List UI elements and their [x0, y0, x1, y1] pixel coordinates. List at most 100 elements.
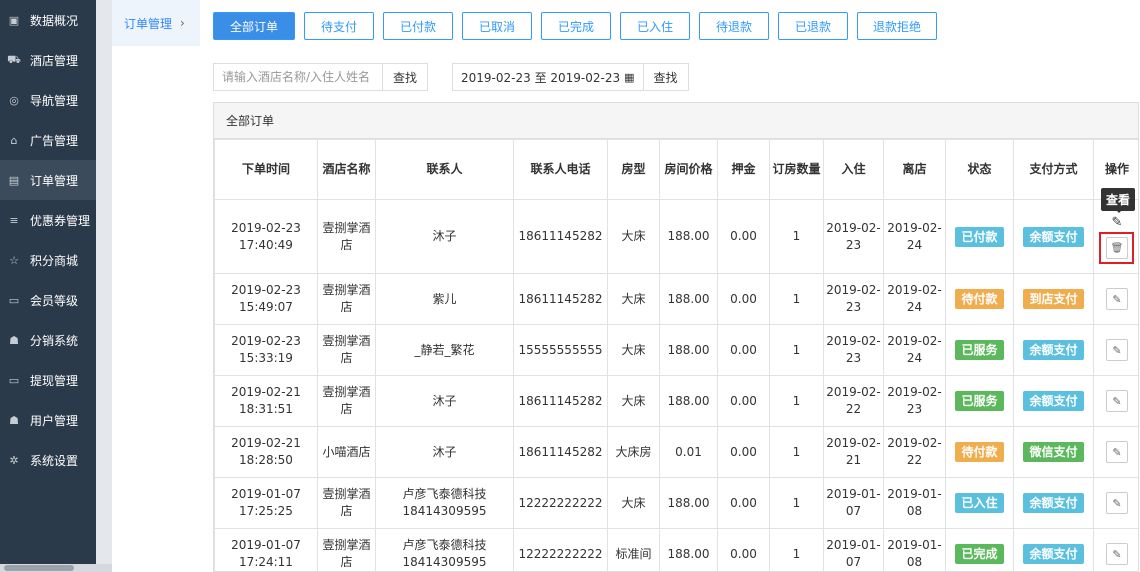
filter-tab-1[interactable]: 待支付	[304, 12, 374, 40]
cell-checkin: 2019-02-23	[823, 199, 884, 274]
sidebar-item-label: 数据概况	[30, 13, 79, 28]
table-row: 2019-02-23 15:33:19 壹捌掌酒店 _静若_繁花 1555555555…	[214, 324, 1138, 376]
cell-status: 待付款	[945, 273, 1014, 325]
filter-tab-5[interactable]: 已入住	[620, 12, 690, 40]
calendar-icon: ▦	[624, 70, 635, 84]
cell-price: 188.00	[659, 273, 718, 325]
edit-icon[interactable]: ✎	[1112, 214, 1123, 231]
cell-pay: 余额支付	[1013, 199, 1094, 274]
search-button[interactable]: 查找	[382, 63, 429, 91]
sidebar-item-3[interactable]: ⌂ 广告管理	[0, 120, 96, 160]
sidebar-item-4[interactable]: ▤ 订单管理	[0, 160, 96, 200]
cell-room: 大床	[607, 199, 660, 274]
status-badge: 已服务	[955, 391, 1004, 411]
table-row: 2019-02-23 15:49:07 壹捌掌酒店 紫儿 18611145282 大床 1…	[214, 273, 1138, 325]
filter-tab-6[interactable]: 待退款	[699, 12, 769, 40]
filter-tab-8[interactable]: 退款拒绝	[857, 12, 937, 40]
order-filter-tabs: 全部订单 待支付 已付款 已取消 已完成 已入住 待退款 已退款 退款拒绝	[213, 12, 946, 40]
sidebar-scroll-track[interactable]	[96, 0, 112, 572]
cell-phone: 18611145282	[513, 375, 608, 427]
sidebar-item-6[interactable]: ☆ 积分商城	[0, 240, 96, 280]
cell-actions: ✎	[1093, 528, 1138, 571]
edit-button[interactable]: ✎	[1106, 543, 1128, 565]
orders-panel: 全部订单 下单时间 酒店名称 联系人 联系人电话 房型 房间价格 押金 订房数量 入住 离店 状态支…	[213, 102, 1139, 572]
cell-time: 2019-02-21 18:31:51	[214, 375, 318, 427]
date-range-picker[interactable]: 2019-02-23 至 2019-02-23 ▦	[452, 63, 644, 91]
filter-tab-4[interactable]: 已完成	[541, 12, 611, 40]
status-badge: 已完成	[955, 544, 1004, 564]
scrollbar-thumb[interactable]	[4, 565, 74, 571]
sidebar-item-0[interactable]: ▣ 数据概况	[0, 0, 96, 40]
cell-room: 大床	[607, 477, 660, 529]
edit-button[interactable]: ✎	[1106, 339, 1128, 361]
pencil-icon: ✎	[1112, 394, 1122, 408]
sidebar-item-5[interactable]: ≡ 优惠券管理	[0, 200, 96, 240]
cell-time: 2019-02-23 17:40:49	[214, 199, 318, 274]
horizontal-scrollbar[interactable]	[0, 564, 112, 572]
pencil-icon: ✎	[1112, 547, 1122, 561]
column-header: 房型	[607, 139, 660, 200]
edit-button[interactable]: ✎	[1106, 288, 1128, 310]
cell-deposit: 0.00	[717, 324, 770, 376]
cell-status: 已付款	[945, 199, 1014, 274]
sidebar-item-11[interactable]: ✲ 系统设置	[0, 440, 96, 480]
orders-table: 下单时间 酒店名称 联系人 联系人电话 房型 房间价格 押金 订房数量 入住 离店 状态 支付方式 操作…	[214, 139, 1138, 571]
cell-pay: 余额支付	[1013, 324, 1094, 376]
search-input[interactable]	[213, 63, 383, 91]
sidebar-item-label: 优惠券管理	[30, 213, 91, 228]
submenu-item-label: 订单管理	[124, 16, 173, 31]
filter-tab-0[interactable]: 全部订单	[213, 12, 295, 40]
sidebar-item-2[interactable]: ◎ 导航管理	[0, 80, 96, 120]
date-search-button[interactable]: 查找	[642, 63, 689, 91]
cell-price: 0.01	[659, 426, 718, 478]
pencil-icon: ✎	[1112, 445, 1122, 459]
sidebar-item-label: 分销系统	[30, 333, 79, 348]
cell-status: 已服务	[945, 324, 1014, 376]
cell-pay: 到店支付	[1013, 273, 1094, 325]
sidebar-item-9[interactable]: ▭ 提现管理	[0, 360, 96, 400]
tooltip-arrow	[1114, 208, 1124, 213]
status-badge: 待付款	[955, 442, 1004, 462]
sidebar-item-label: 积分商城	[30, 253, 79, 268]
cell-qty: 1	[769, 324, 824, 376]
cell-phone: 12222222222	[513, 528, 608, 571]
cell-contact: 卢彦飞泰德科技 18414309595	[375, 477, 514, 529]
cell-price: 188.00	[659, 528, 718, 571]
cell-checkout: 2019-02-24	[883, 324, 946, 376]
payment-badge: 余额支付	[1023, 544, 1084, 564]
cell-contact: 沐子	[375, 199, 514, 274]
star-icon: ☆	[9, 253, 19, 267]
edit-button[interactable]: ✎	[1106, 441, 1128, 463]
sidebar-item-10[interactable]: ☗ 用户管理	[0, 400, 96, 440]
column-header: 联系人	[375, 139, 514, 200]
edit-button[interactable]: ✎	[1106, 492, 1128, 514]
payment-badge: 余额支付	[1023, 226, 1084, 247]
table-row: 2019-02-23 17:40:49 壹捌掌酒店 沐子 18611145282 大床 1…	[214, 199, 1138, 274]
filter-tab-2[interactable]: 已付款	[383, 12, 453, 40]
sidebar-item-1[interactable]: ⛟ 酒店管理	[0, 40, 96, 80]
cell-hotel: 壹捌掌酒店	[317, 273, 376, 325]
cell-contact: _静若_繁花	[375, 324, 514, 376]
sidebar-item-7[interactable]: ▭ 会员等级	[0, 280, 96, 320]
cell-contact: 沐子	[375, 426, 514, 478]
sidebar-item-label: 系统设置	[30, 453, 79, 468]
cell-price: 188.00	[659, 477, 718, 529]
filter-tab-3[interactable]: 已取消	[462, 12, 532, 40]
cell-hotel: 小喵酒店	[317, 426, 376, 478]
edit-button[interactable]: ✎	[1106, 390, 1128, 412]
sidebar-item-label: 酒店管理	[30, 53, 79, 68]
cell-actions: ✎	[1093, 324, 1138, 376]
submenu-item-orders[interactable]: 订单管理 ›	[112, 0, 200, 46]
dashboard-icon: ▣	[8, 13, 20, 27]
cell-actions: ✎	[1093, 477, 1138, 529]
sidebar-item-8[interactable]: ☗ 分销系统	[0, 320, 96, 360]
sidebar-item-label: 提现管理	[30, 373, 79, 388]
cell-deposit: 0.00	[717, 199, 770, 274]
pencil-icon: ✎	[1112, 343, 1122, 357]
cell-qty: 1	[769, 375, 824, 427]
cell-contact: 紫儿	[375, 273, 514, 325]
cell-checkin: 2019-02-23	[823, 324, 884, 376]
filter-tab-7[interactable]: 已退款	[778, 12, 848, 40]
cell-checkout: 2019-02-22	[883, 426, 946, 478]
table-row: 2019-02-21 18:31:51 壹捌掌酒店 沐子 18611145282 大床 1…	[214, 375, 1138, 427]
